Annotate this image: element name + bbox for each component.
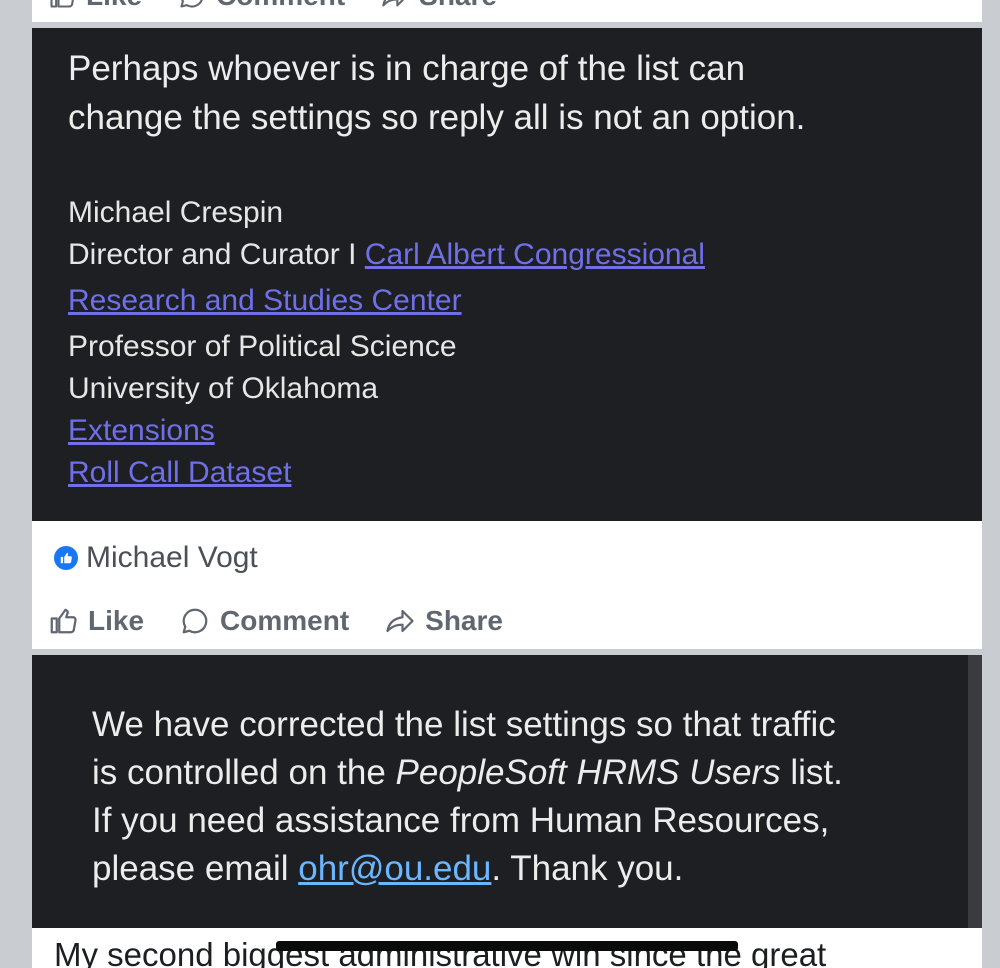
share-arrow-icon — [382, 0, 405, 7]
email-signature: Michael Crespin Director and Curator I C… — [68, 192, 705, 494]
author-name: Michael Vogt — [86, 541, 258, 574]
comment-label: Comment — [216, 0, 345, 12]
extensions-link-row: Extensions — [68, 410, 705, 452]
share-label: Share — [419, 0, 497, 12]
list-name: PeopleSoft HRMS Users — [395, 753, 781, 792]
email-2-body: We have corrected the list settings so t… — [92, 701, 843, 893]
redaction-bar — [276, 941, 738, 951]
signature-title-prefix: Director and Curator I — [68, 238, 365, 271]
roll-call-dataset-link[interactable]: Roll Call Dataset — [68, 456, 291, 489]
center-link-line2[interactable]: Research and Studies Center — [68, 284, 462, 317]
extensions-link[interactable]: Extensions — [68, 414, 215, 447]
like-label: Like — [88, 605, 145, 636]
center-link[interactable]: Carl Albert Congressional — [365, 238, 705, 271]
post-card: Michael Vogt Like Comment Share — [32, 521, 982, 649]
email-2-line2-post: list. — [780, 753, 843, 792]
email-2-line4-pre: please email — [92, 849, 299, 888]
like-label: Like — [86, 0, 142, 12]
share-button[interactable]: Share — [385, 605, 503, 637]
center-link-continued: Research and Studies Center — [68, 276, 705, 326]
thumbs-up-icon — [50, 0, 74, 8]
comment-bubble-icon — [182, 608, 208, 634]
comment-button[interactable]: Comment — [180, 605, 349, 637]
like-button[interactable]: Like — [48, 605, 144, 637]
post-actions: Like Comment Share — [48, 599, 539, 643]
post-author[interactable]: Michael Vogt — [54, 536, 258, 580]
dataset-link-row: Roll Call Dataset — [68, 452, 705, 494]
previous-post-actions: Like Comment Share — [48, 0, 533, 16]
share-label: Share — [425, 605, 503, 636]
email-2-line4-post: . Thank you. — [491, 849, 684, 888]
comment-button[interactable]: Comment — [178, 0, 345, 12]
ohr-email-link[interactable]: ohr@ou.edu — [298, 849, 491, 888]
thumbs-up-icon — [50, 608, 77, 634]
screenshot-edge — [968, 655, 982, 928]
email-2-line: If you need assistance from Human Resour… — [92, 801, 830, 840]
email-screenshot-1: Perhaps whoever is in charge of the list… — [32, 28, 982, 521]
like-badge-icon — [54, 546, 78, 570]
comment-bubble-icon — [180, 0, 203, 8]
email-2-line2-pre: is controlled on the — [92, 753, 396, 792]
signature-title: Director and Curator I Carl Albert Congr… — [68, 234, 705, 276]
email-1-line: Perhaps whoever is in charge of the list… — [68, 49, 746, 88]
signature-role: Professor of Political Science — [68, 330, 457, 363]
like-button[interactable]: Like — [48, 0, 142, 12]
email-screenshot-2: We have corrected the list settings so t… — [32, 655, 968, 928]
share-arrow-icon — [386, 609, 414, 633]
previous-post-card: Like Comment Share — [32, 0, 982, 22]
email-1-line: change the settings so reply all is not … — [68, 98, 806, 137]
comment-label: Comment — [220, 605, 350, 636]
email-2-line: please email ohr@ou.edu. Thank you. — [92, 845, 843, 893]
share-button[interactable]: Share — [381, 0, 497, 12]
signature-university: University of Oklahoma — [68, 372, 379, 405]
email-1-body: Perhaps whoever is in charge of the list… — [68, 44, 805, 142]
signature-name: Michael Crespin — [68, 196, 284, 229]
email-2-line: is controlled on the PeopleSoft HRMS Use… — [92, 749, 843, 797]
email-2-line: We have corrected the list settings so t… — [92, 705, 836, 744]
